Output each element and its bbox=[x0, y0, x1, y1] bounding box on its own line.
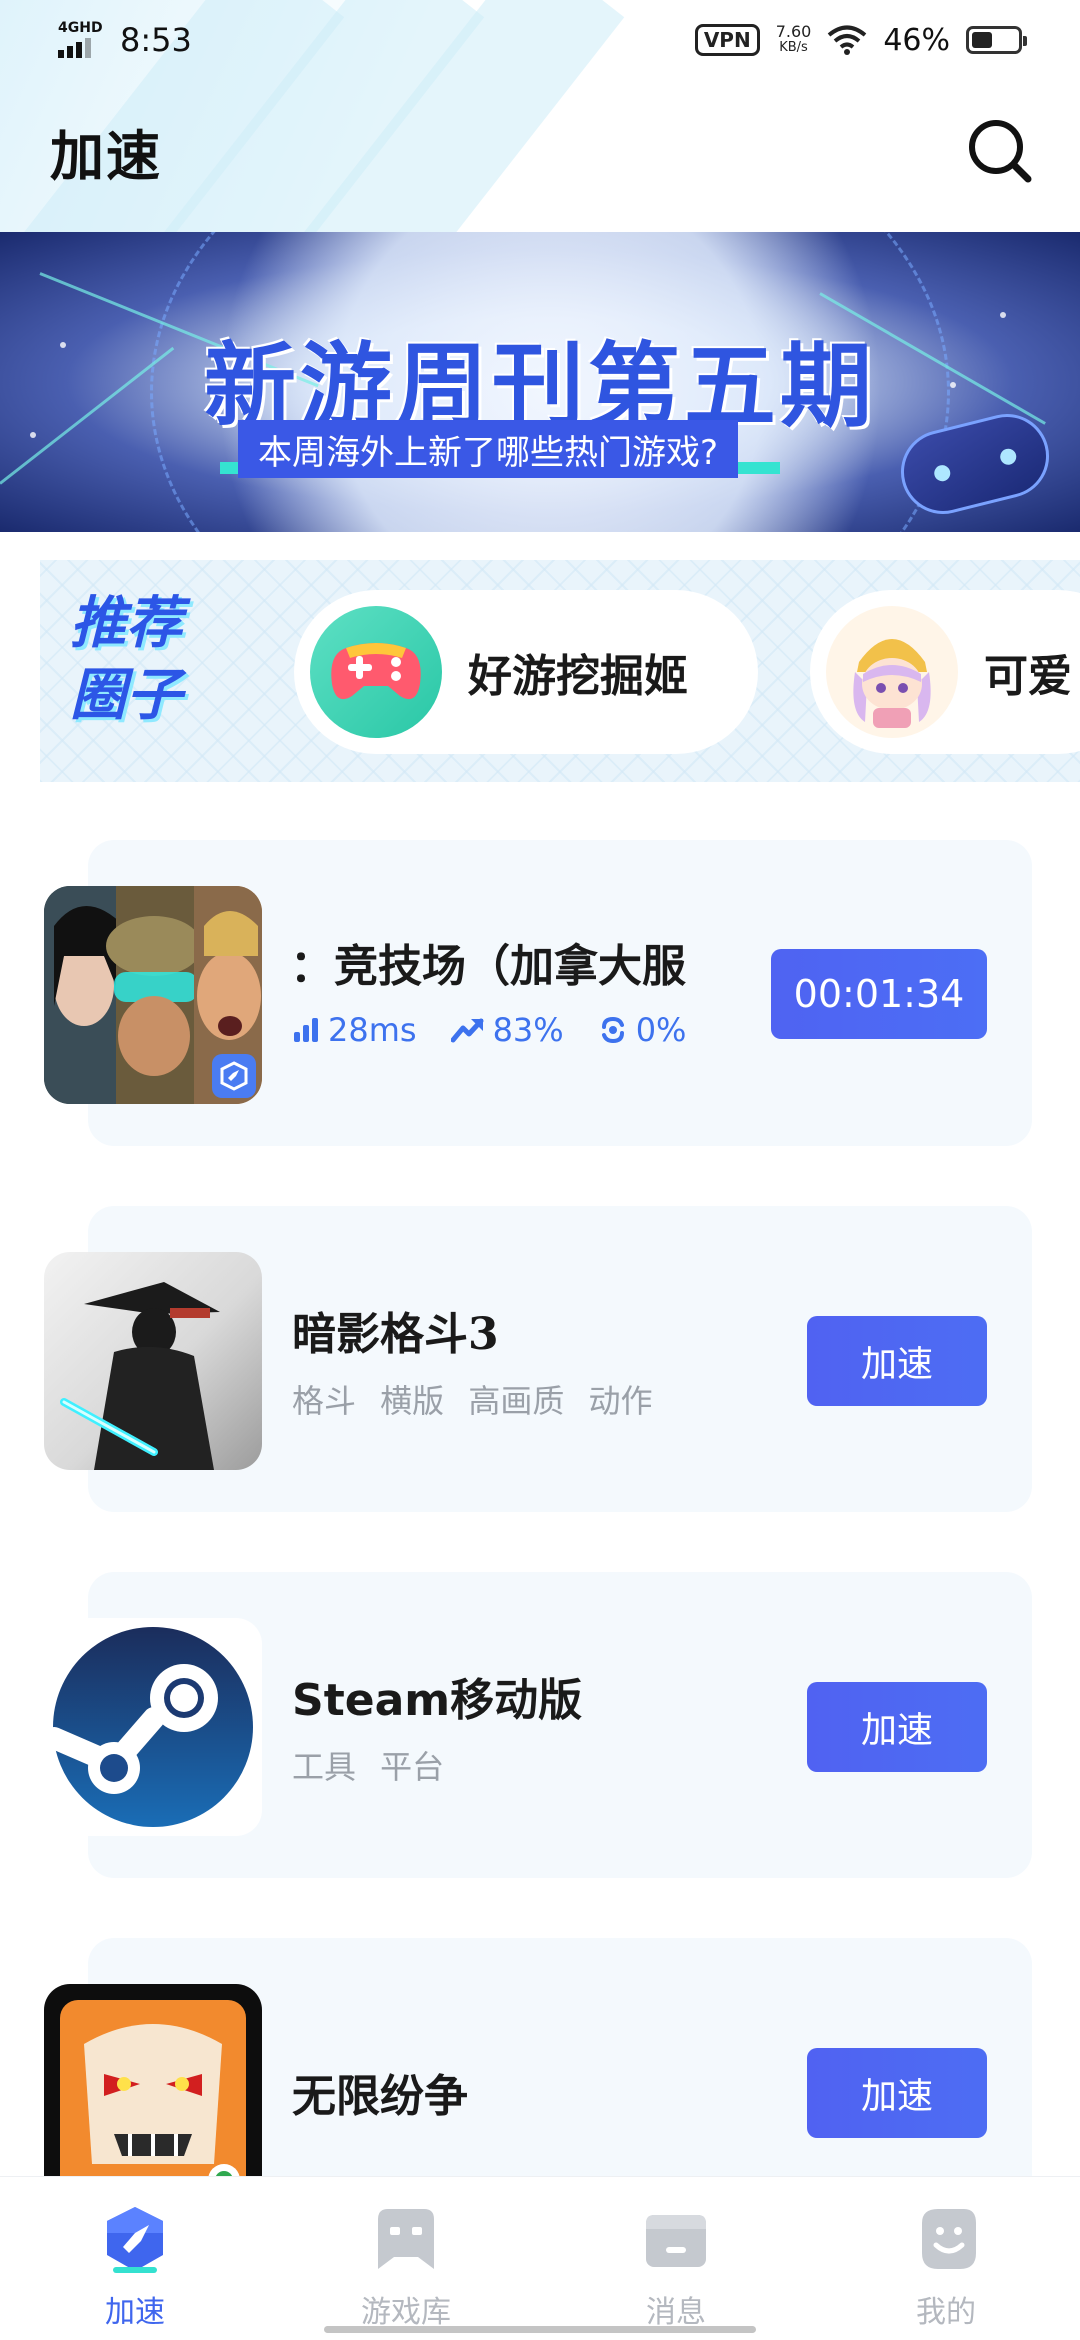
accelerating-badge-icon bbox=[212, 1054, 256, 1098]
shadow-fight-icon bbox=[44, 1252, 262, 1470]
anime-avatar-icon bbox=[826, 606, 958, 738]
tab-label: 游戏库 bbox=[361, 2295, 451, 2330]
circle-name: 好游挖掘姬 bbox=[468, 651, 688, 702]
accelerate-button[interactable]: 加速 bbox=[807, 1682, 987, 1772]
game-title: ：竞技场（加拿大服 bbox=[290, 941, 686, 992]
accelerate-button[interactable]: 加速 bbox=[807, 2048, 987, 2138]
bleach-icon bbox=[44, 1984, 262, 2202]
promo-banner[interactable]: 新游周刊第五期 本周海外上新了哪些热门游戏? bbox=[0, 232, 1080, 532]
battery-percent: 46% bbox=[883, 22, 950, 58]
circles-label: 推荐圈子 bbox=[70, 591, 182, 728]
packet-loss-stat: 0% bbox=[598, 1011, 687, 1049]
profile-icon bbox=[922, 2209, 976, 2269]
acceleration-timer-button[interactable]: 00:01:34 bbox=[771, 949, 987, 1039]
packet-loss-value: 0% bbox=[635, 1011, 687, 1049]
accelerate-icon bbox=[107, 2207, 163, 2273]
bottom-tab-bar: 加速 游戏库 消息 我的 bbox=[0, 2176, 1080, 2340]
circle-item-haoyou[interactable]: 好游挖掘姬 bbox=[294, 590, 758, 754]
status-bar: 4GHD 8:53 VPN 7.60 KB/s 46% bbox=[0, 0, 1080, 80]
header-area: 4GHD 8:53 VPN 7.60 KB/s 46% 加速 bbox=[0, 0, 1080, 232]
battery-icon bbox=[966, 26, 1027, 54]
tab-label: 我的 bbox=[916, 2295, 976, 2330]
packet-loss-icon bbox=[601, 1016, 624, 1044]
wifi-icon bbox=[828, 25, 867, 55]
improvement-stat: 83% bbox=[450, 1011, 564, 1049]
cellular-signal-icon: 4GHD bbox=[58, 20, 106, 60]
gamepad-icon bbox=[310, 606, 442, 738]
banner-subtitle-box: 本周海外上新了哪些热门游戏? bbox=[238, 420, 739, 478]
trend-up-icon bbox=[450, 1018, 484, 1043]
tab-messages[interactable]: 消息 bbox=[606, 2203, 746, 2331]
signal-bars-icon bbox=[294, 1018, 318, 1042]
network-speed: 7.60 KB/s bbox=[776, 24, 812, 56]
accelerate-button[interactable]: 加速 bbox=[807, 1316, 987, 1406]
tab-game-library[interactable]: 游戏库 bbox=[336, 2203, 476, 2331]
steam-icon bbox=[44, 1618, 262, 1836]
message-icon bbox=[646, 2215, 706, 2267]
search-icon[interactable] bbox=[964, 115, 1034, 185]
game-library-icon bbox=[378, 2209, 434, 2269]
latency-stat: 28ms bbox=[292, 1011, 417, 1049]
game-title-clip: ：竞技场（加拿大服 bbox=[290, 930, 710, 1000]
status-time: 8:53 bbox=[120, 21, 192, 59]
game-title: 无限纷争 bbox=[292, 2071, 468, 2122]
tab-label: 加速 bbox=[105, 2295, 165, 2330]
game-tags: 格斗 横版 高画质 动作 bbox=[292, 1382, 653, 1420]
vpn-icon: VPN bbox=[694, 24, 760, 56]
acceleration-stats: 28ms 83% 0% bbox=[292, 1011, 686, 1049]
network-speed-value: 7.60 bbox=[775, 22, 812, 41]
circle-item-keai[interactable]: 可爱 bbox=[810, 590, 1080, 754]
latency-value: 28ms bbox=[328, 1011, 417, 1049]
circle-name: 可爱 bbox=[984, 651, 1072, 702]
game-title: 暗影格斗3 bbox=[292, 1309, 499, 1360]
improvement-value: 83% bbox=[492, 1011, 564, 1049]
network-speed-unit: KB/s bbox=[779, 40, 808, 55]
page-title: 加速 bbox=[50, 124, 162, 188]
tab-profile[interactable]: 我的 bbox=[876, 2203, 1016, 2331]
home-indicator[interactable] bbox=[324, 2326, 756, 2333]
recommended-circles: 推荐圈子 好游挖掘姬 可爱 bbox=[40, 560, 1080, 782]
arena-heroes-icon bbox=[44, 886, 262, 1104]
tab-label: 消息 bbox=[646, 2295, 706, 2330]
banner-subtitle: 本周海外上新了哪些热门游戏? bbox=[258, 432, 719, 473]
game-tags: 工具 平台 bbox=[292, 1748, 445, 1786]
tab-accelerate[interactable]: 加速 bbox=[65, 2203, 205, 2331]
game-title: Steam移动版 bbox=[292, 1675, 583, 1726]
